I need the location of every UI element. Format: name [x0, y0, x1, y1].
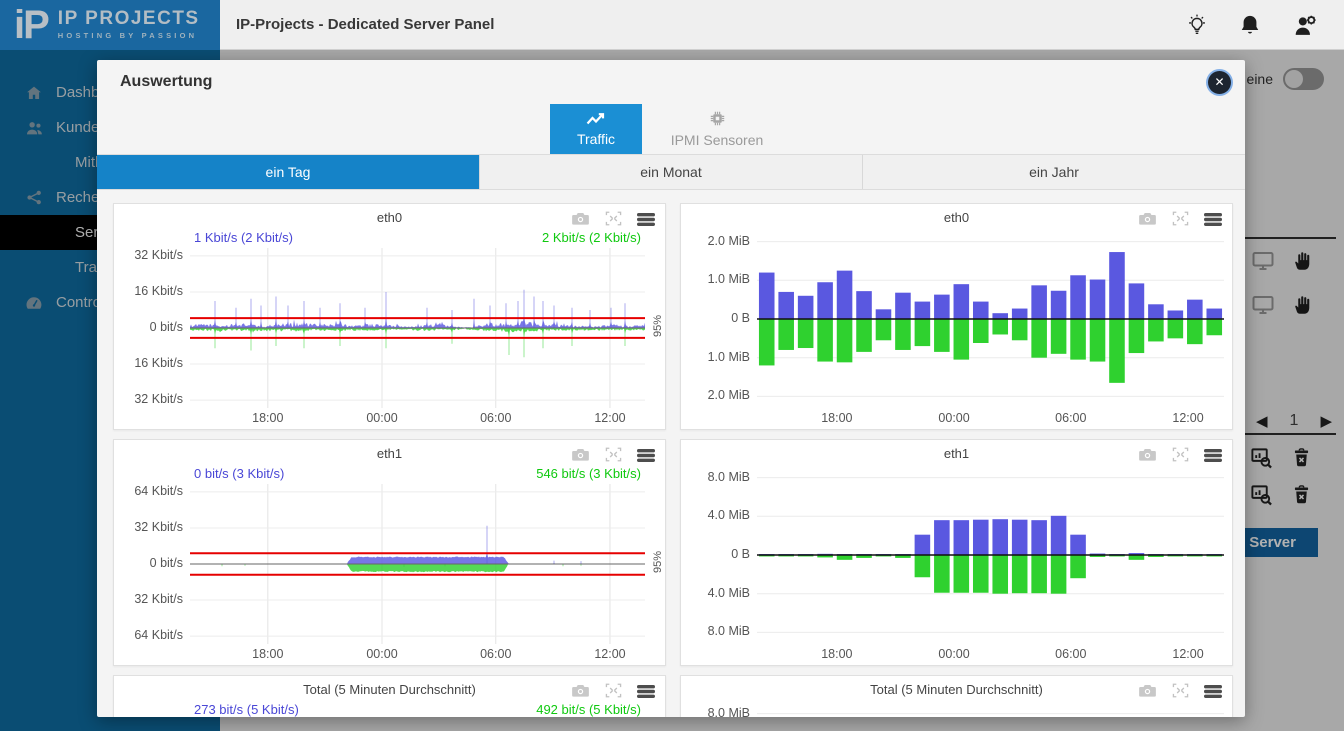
tab-ipmi-sensoren[interactable]: IPMI Sensoren	[642, 104, 792, 154]
menu-hamburger-icon[interactable]	[637, 684, 655, 698]
percentile-gutter	[1224, 702, 1232, 717]
camera-snapshot-icon[interactable]	[1138, 211, 1157, 226]
outbound-rate-label: 2 Kbit/s (2 Kbit/s)	[542, 230, 641, 248]
x-axis-labels: 18:0000:0006:0012:00	[190, 644, 665, 664]
chart-title: Total (5 Minuten Durchschnitt)	[303, 682, 476, 697]
range-tab-ein-monat[interactable]: ein Monat	[480, 155, 863, 189]
camera-snapshot-icon[interactable]	[571, 211, 590, 226]
page-title: IP-Projects - Dedicated Server Panel	[236, 16, 494, 33]
chart-panel-eth0-day-traffic: eth0 1 Kbit/s (2 Kbit/s) 2 Kbit/s (2 Kbi…	[113, 203, 666, 430]
y-axis-labels: 64 Kbit/s32 Kbit/s0 bit/s32 Kbit/s64 Kbi…	[114, 484, 190, 644]
chart-plot[interactable]	[757, 702, 1224, 717]
chart-plot[interactable]	[190, 248, 645, 408]
chart-title: eth1	[377, 446, 402, 461]
camera-snapshot-icon[interactable]	[1138, 447, 1157, 462]
expand-fullscreen-icon[interactable]	[1172, 683, 1189, 698]
range-tab-ein-tag[interactable]: ein Tag	[97, 155, 480, 189]
topbar: iP IP PROJECTS HOSTING BY PASSION IP-Pro…	[0, 0, 1344, 50]
chart-panel-total-day-volume: Total (5 Minuten Durchschnitt) 8.0 MiB4.…	[680, 675, 1233, 717]
traffic-chart-icon	[586, 112, 606, 129]
percentile-gutter: 95%	[645, 484, 665, 644]
app-logo: iP IP PROJECTS HOSTING BY PASSION	[0, 0, 220, 50]
chip-icon	[709, 110, 726, 130]
range-tabs: ein Tag ein Monat ein Jahr	[97, 154, 1245, 190]
charts-grid: eth0 1 Kbit/s (2 Kbit/s) 2 Kbit/s (2 Kbi…	[97, 190, 1245, 717]
expand-fullscreen-icon[interactable]	[605, 211, 622, 226]
chart-title: eth0	[944, 210, 969, 225]
chart-panel-eth1-day-traffic: eth1 0 bit/s (3 Kbit/s) 546 bit/s (3 Kbi…	[113, 439, 666, 666]
y-axis-labels: 2.0 MiB1.0 MiB0 B1.0 MiB2.0 MiB	[681, 230, 757, 408]
screen: Dashboard Kunden Mitbenutzer Rechenzentr…	[0, 0, 1344, 731]
tab-label: Traffic	[577, 131, 615, 147]
auswertung-modal: Auswertung ✕ Traffic IPMI Sensoren ein T…	[97, 60, 1245, 717]
chart-title: eth1	[944, 446, 969, 461]
y-axis-labels: 32 Kbit/s16 Kbit/s0 bit/s16 Kbit/s32 Kbi…	[114, 248, 190, 408]
logo-title: IP PROJECTS	[58, 9, 200, 29]
menu-hamburger-icon[interactable]	[1204, 212, 1222, 226]
account-settings-icon[interactable]	[1293, 13, 1318, 37]
chart-plot[interactable]	[190, 484, 645, 644]
y-axis-labels: 8.0 MiB4.0 MiB0 B4.0 MiB8.0 MiB	[681, 466, 757, 644]
x-axis-labels: 18:0000:0006:0012:00	[757, 408, 1232, 428]
expand-fullscreen-icon[interactable]	[1172, 447, 1189, 462]
percentile-label: 95%	[652, 551, 664, 573]
x-axis-labels: 18:0000:0006:0012:00	[190, 408, 665, 428]
menu-hamburger-icon[interactable]	[637, 212, 655, 226]
menu-hamburger-icon[interactable]	[1204, 448, 1222, 462]
logo-subtitle: HOSTING BY PASSION	[58, 31, 200, 40]
x-axis-labels: 18:0000:0006:0012:00	[757, 644, 1232, 664]
chart-panel-eth1-day-volume: eth1 8.0 MiB4.0 MiB0 B4.0 MiB8.0 MiB 18:…	[680, 439, 1233, 666]
percentile-gutter	[1224, 230, 1232, 408]
menu-hamburger-icon[interactable]	[1204, 684, 1222, 698]
percentile-label: 95%	[652, 315, 664, 337]
menu-hamburger-icon[interactable]	[637, 448, 655, 462]
idea-lightbulb-icon[interactable]	[1187, 13, 1207, 37]
close-icon[interactable]: ✕	[1208, 71, 1231, 94]
chart-panel-eth0-day-volume: eth0 2.0 MiB1.0 MiB0 B1.0 MiB2.0 MiB 18:…	[680, 203, 1233, 430]
camera-snapshot-icon[interactable]	[571, 447, 590, 462]
inbound-rate-label: 273 bit/s (5 Kbit/s)	[194, 702, 299, 717]
percentile-gutter	[1224, 466, 1232, 644]
percentile-gutter: 95%	[645, 248, 665, 408]
modal-title: Auswertung	[120, 73, 212, 91]
notifications-bell-icon[interactable]	[1239, 13, 1261, 37]
chart-title: eth0	[377, 210, 402, 225]
chart-plot[interactable]	[757, 466, 1224, 644]
chart-plot[interactable]	[757, 230, 1224, 408]
camera-snapshot-icon[interactable]	[571, 683, 590, 698]
tab-label: IPMI Sensoren	[671, 132, 764, 148]
camera-snapshot-icon[interactable]	[1138, 683, 1157, 698]
tab-traffic[interactable]: Traffic	[550, 104, 642, 154]
expand-fullscreen-icon[interactable]	[605, 447, 622, 462]
range-tab-ein-jahr[interactable]: ein Jahr	[863, 155, 1245, 189]
outbound-rate-label: 546 bit/s (3 Kbit/s)	[536, 466, 641, 484]
modal-tabs: Traffic IPMI Sensoren	[97, 104, 1245, 154]
outbound-rate-label: 492 bit/s (5 Kbit/s)	[536, 702, 641, 717]
expand-fullscreen-icon[interactable]	[605, 683, 622, 698]
chart-title: Total (5 Minuten Durchschnitt)	[870, 682, 1043, 697]
inbound-rate-label: 1 Kbit/s (2 Kbit/s)	[194, 230, 293, 248]
inbound-rate-label: 0 bit/s (3 Kbit/s)	[194, 466, 284, 484]
y-axis-labels: 8.0 MiB4.0 MiB0 B4.0 MiB8.0 MiB	[681, 702, 757, 717]
logo-mark: iP	[14, 3, 48, 47]
expand-fullscreen-icon[interactable]	[1172, 211, 1189, 226]
chart-panel-total-day-traffic: Total (5 Minuten Durchschnitt) 273 bit/s…	[113, 675, 666, 717]
